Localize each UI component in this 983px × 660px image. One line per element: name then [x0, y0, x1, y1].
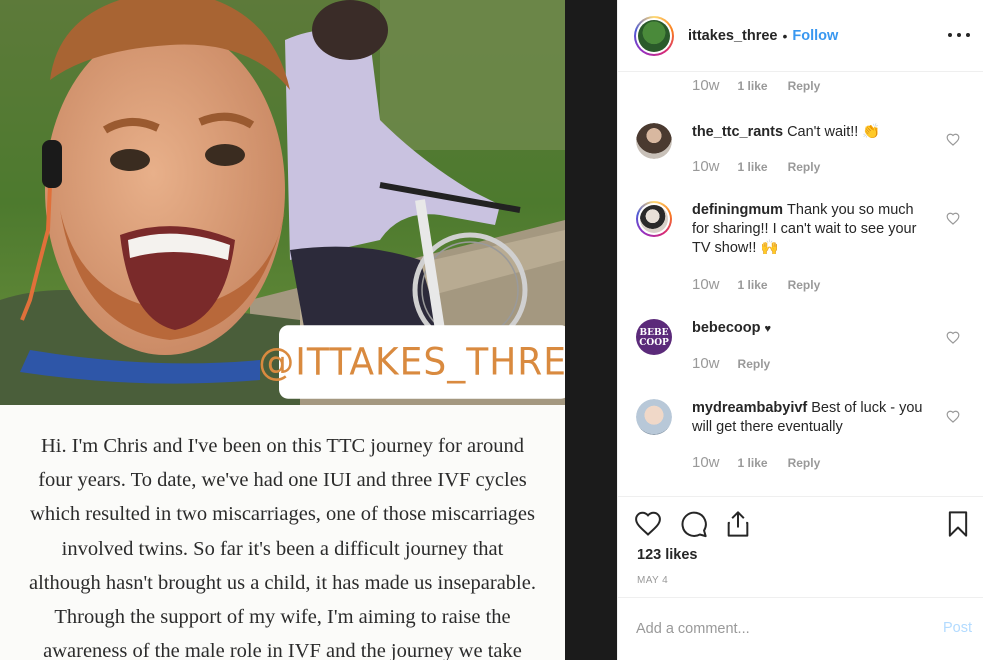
comment-meta: 10w 1 like Reply	[692, 454, 820, 471]
comment-item: BEBE COOP bebecoop ♥ 10w Reply	[618, 319, 983, 379]
bebecoop-logo-icon: BEBE COOP	[639, 328, 669, 348]
comment-bubble-icon[interactable]	[680, 510, 708, 538]
post-header: ittakes_three • Follow	[618, 0, 983, 72]
comment-list[interactable]: 10w 1 like Reply the_ttc_rants Can't wait…	[618, 73, 983, 497]
reply-button[interactable]: Reply	[738, 357, 771, 371]
add-comment-form: Post	[618, 599, 983, 660]
caption-line: four years. To date, we've had one IUI a…	[38, 469, 527, 492]
commenter-avatar[interactable]	[636, 399, 672, 435]
comment-text: Can't wait!! 👏	[787, 124, 881, 140]
comment-heart-icon[interactable]	[946, 331, 960, 344]
commenter-avatar[interactable]	[636, 201, 672, 237]
logo-text: COOP	[639, 338, 669, 348]
comment-item: mydreambabyivf Best of luck - you will ge…	[618, 399, 983, 479]
comment-text-block: mydreambabyivf Best of luck - you will ge…	[692, 399, 932, 437]
comment-meta: 10w 1 like Reply	[692, 158, 820, 175]
post-date[interactable]: MAY 4	[637, 575, 668, 586]
comment-likes[interactable]: 1 like	[738, 278, 768, 292]
more-options-icon[interactable]	[948, 26, 970, 44]
comment-time[interactable]: 10w	[692, 355, 720, 372]
post-side-panel: ittakes_three • Follow 10w 1 like Reply …	[617, 0, 983, 660]
media-side-strip	[565, 0, 617, 660]
post-actions: 123 likes MAY 4	[618, 498, 983, 598]
comment-heart-icon[interactable]	[946, 133, 960, 146]
comment-likes[interactable]: 1 like	[738, 456, 768, 470]
caption-line: Through the support of my wife, I'm aimi…	[54, 606, 511, 629]
comment-likes[interactable]: 1 like	[738, 160, 768, 174]
owner-username[interactable]: ittakes_three	[688, 28, 777, 44]
reply-button[interactable]: Reply	[788, 160, 821, 174]
comment-text: ♥	[764, 323, 772, 335]
comment-item: definingmum Thank you so much for sharing…	[618, 201, 983, 301]
caption-line: which resulted in two miscarriages, one …	[30, 503, 535, 526]
comment-meta: 10w Reply	[692, 355, 770, 372]
caption-line: Hi. I'm Chris and I've been on this TTC …	[41, 435, 524, 457]
comment-meta: 10w 1 like Reply	[692, 77, 820, 94]
comment-time[interactable]: 10w	[692, 158, 720, 175]
header-separator: •	[782, 27, 788, 44]
comment-heart-icon[interactable]	[946, 212, 960, 225]
bookmark-icon[interactable]	[944, 510, 972, 538]
comment-time[interactable]: 10w	[692, 454, 720, 471]
post-comment-button[interactable]: Post	[943, 620, 972, 636]
commenter-avatar[interactable]	[636, 123, 672, 159]
commenter-username[interactable]: bebecoop	[692, 320, 760, 336]
comment-input[interactable]	[636, 617, 926, 641]
reply-button[interactable]: Reply	[788, 79, 821, 93]
commenter-username[interactable]: definingmum	[692, 202, 783, 218]
comment-heart-icon[interactable]	[946, 410, 960, 423]
caption-line: involved twins. So far it's been a diffi…	[61, 537, 504, 560]
caption-line: although hasn't brought us a child, it h…	[29, 571, 536, 594]
commenter-username[interactable]: mydreambabyivf	[692, 400, 807, 416]
comment-likes[interactable]: 1 like	[738, 79, 768, 93]
commenter-username[interactable]: the_ttc_rants	[692, 124, 783, 140]
share-icon[interactable]	[724, 510, 752, 538]
heart-icon[interactable]	[634, 510, 662, 538]
comment-time[interactable]: 10w	[692, 77, 720, 94]
commenter-avatar[interactable]: BEBE COOP	[636, 319, 672, 355]
caption-card: Hi. I'm Chris and I've been on this TTC …	[0, 405, 565, 660]
handle-sticker: @ITTAKES_THREE	[258, 325, 590, 399]
comment-text-block: definingmum Thank you so much for sharing…	[692, 201, 932, 258]
comment-item: the_ttc_rants Can't wait!! 👏 10w 1 like R…	[618, 123, 983, 183]
owner-avatar[interactable]	[634, 15, 674, 56]
comment-text-block: bebecoop ♥	[692, 319, 932, 339]
caption-line: awareness of the male role in IVF and th…	[43, 640, 522, 660]
reply-button[interactable]: Reply	[788, 456, 821, 470]
post-media[interactable]: @ITTAKES_THREE Hi. I'm Chris and I've be…	[0, 0, 617, 660]
comment-text-block: the_ttc_rants Can't wait!! 👏	[692, 123, 932, 142]
likes-count[interactable]: 123 likes	[637, 547, 697, 563]
logo-text: BEBE	[640, 328, 669, 338]
comment-item: 10w 1 like Reply	[618, 73, 983, 103]
reply-button[interactable]: Reply	[788, 278, 821, 292]
comment-time[interactable]: 10w	[692, 276, 720, 293]
follow-button[interactable]: Follow	[792, 28, 838, 44]
comment-meta: 10w 1 like Reply	[692, 276, 820, 293]
